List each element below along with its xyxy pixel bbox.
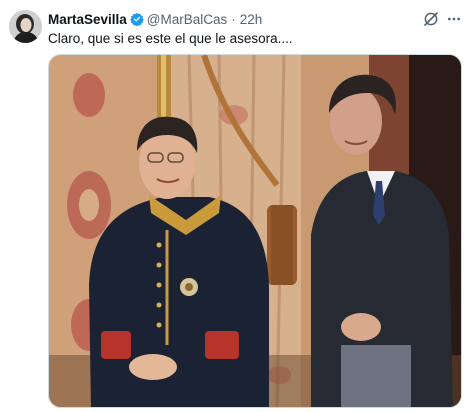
photo-illustration	[49, 55, 461, 407]
tweet-card[interactable]: MartaSevilla @MarBalCas · 22h Claro, que…	[0, 0, 472, 412]
more-options-icon[interactable]	[446, 11, 462, 27]
verified-badge-icon	[130, 12, 144, 27]
author-name[interactable]: MartaSevilla	[48, 12, 127, 27]
timestamp[interactable]: 22h	[240, 12, 263, 27]
tweet-text: Claro, que si es este el que le asesora.…	[48, 31, 293, 46]
author-avatar[interactable]	[9, 10, 42, 43]
author-handle[interactable]: @MarBalCas	[147, 12, 227, 27]
grok-icon[interactable]	[422, 10, 440, 28]
tweet-header: MartaSevilla @MarBalCas · 22h	[48, 10, 262, 28]
tweet-photo[interactable]	[48, 54, 462, 408]
separator-dot: ·	[231, 11, 236, 27]
